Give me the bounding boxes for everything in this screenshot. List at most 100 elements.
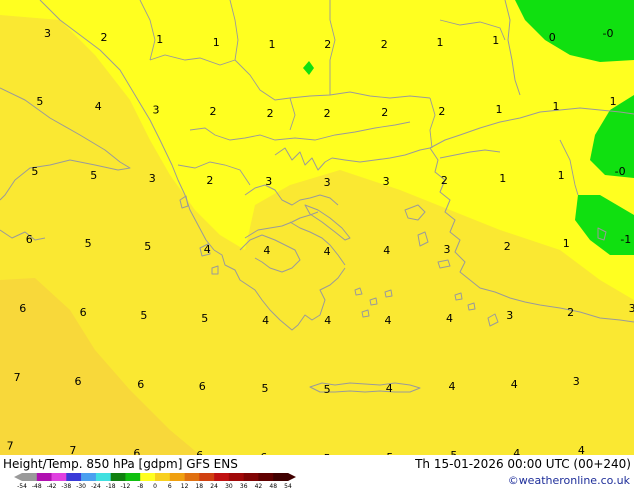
- grid-value: 6: [80, 306, 87, 319]
- grid-value: 1: [437, 36, 444, 49]
- grid-value: 2: [206, 174, 213, 187]
- grid-value: 4: [95, 100, 102, 113]
- grid-value: 4: [511, 378, 518, 391]
- scale-label: -38: [61, 483, 71, 490]
- grid-value: 5: [90, 169, 97, 182]
- grid-value: 5: [85, 237, 92, 250]
- grid-value: 3: [149, 172, 156, 185]
- scale-swatch: [228, 473, 244, 481]
- grid-value: 2: [101, 31, 108, 44]
- grid-value: 2: [381, 106, 388, 119]
- grid-value: 5: [31, 165, 38, 178]
- temperature-field: [0, 0, 634, 490]
- scale-swatch: [214, 473, 230, 481]
- scale-label: 48: [269, 483, 277, 490]
- grid-value: 4: [446, 312, 453, 325]
- grid-value: 1: [499, 172, 506, 185]
- grid-value: 6: [137, 378, 144, 391]
- weather-map: 3 2 1 1 1 2 2 1 1 0 -0 5 4 3 2 2 2 2 2 1 1 1 5 5 3 2 3 3 3 2 1 1 -0 6 5 5 4 4…: [0, 0, 634, 490]
- grid-value: 4: [263, 244, 270, 257]
- scale-label: 54: [284, 483, 292, 490]
- grid-value: 7: [14, 371, 21, 384]
- grid-value: 4: [324, 314, 331, 327]
- grid-value: 6: [26, 233, 33, 246]
- valid-time: Th 15-01-2026 00:00 UTC (00+240): [415, 457, 631, 471]
- grid-value: 3: [324, 176, 331, 189]
- scale-label: -48: [32, 483, 42, 490]
- grid-value: 1: [558, 169, 565, 182]
- scale-label: -12: [120, 483, 130, 490]
- grid-value: 2: [267, 107, 274, 120]
- scale-swatch: [243, 473, 259, 481]
- grid-value: 4: [385, 314, 392, 327]
- grid-value: 2: [324, 38, 331, 51]
- grid-value: 2: [210, 105, 217, 118]
- scale-label: 36: [240, 483, 248, 490]
- grid-value: 5: [36, 95, 43, 108]
- grid-value: 2: [504, 240, 511, 253]
- grid-value: 5: [201, 312, 208, 325]
- grid-value: 5: [144, 240, 151, 253]
- grid-value: 4: [386, 382, 393, 395]
- scale-swatch: [199, 473, 215, 481]
- grid-value: 2: [567, 306, 574, 319]
- grid-value: 6: [199, 380, 206, 393]
- grid-value: 4: [449, 380, 456, 393]
- grid-value: 3: [44, 27, 51, 40]
- grid-value: 4: [262, 314, 269, 327]
- scale-swatch: [258, 473, 274, 481]
- grid-value: 7: [7, 439, 14, 452]
- scale-swatch: [110, 473, 126, 481]
- grid-value: -1: [620, 233, 631, 246]
- scale-swatch: [81, 473, 97, 481]
- scale-swatch: [66, 473, 82, 481]
- grid-value: 1: [492, 34, 499, 47]
- scale-swatch: [184, 473, 200, 481]
- grid-value: 4: [383, 244, 390, 257]
- scale-label: -18: [106, 483, 116, 490]
- scale-swatch: [169, 473, 185, 481]
- grid-value: 0: [549, 31, 556, 44]
- grid-value: 1: [213, 36, 220, 49]
- scale-swatches: [22, 473, 289, 481]
- grid-value: 5: [262, 382, 269, 395]
- grid-value: -0: [615, 165, 626, 178]
- scale-right-arrow: [288, 473, 296, 481]
- scale-label: 18: [195, 483, 203, 490]
- grid-value: 1: [553, 100, 560, 113]
- grid-value: 1: [610, 95, 617, 108]
- grid-value: 2: [438, 105, 445, 118]
- scale-swatch: [273, 473, 289, 481]
- grid-value: 3: [506, 309, 513, 322]
- map-canvas: 3 2 1 1 1 2 2 1 1 0 -05 4 3 2 2 2 2 2 1 1 15 5 3 2 3 3 3 2 1 1 -06 5 5 4 4…: [0, 0, 634, 490]
- scale-swatch: [125, 473, 141, 481]
- grid-value: 3: [383, 175, 390, 188]
- grid-value: 6: [19, 302, 26, 315]
- grid-value: 2: [381, 38, 388, 51]
- scale-label: -54: [17, 483, 27, 490]
- chart-title: Height/Temp. 850 hPa [gdpm] GFS ENS: [3, 457, 238, 471]
- scale-label: 30: [225, 483, 233, 490]
- scale-label: -24: [91, 483, 101, 490]
- credit-link[interactable]: ©weatheronline.co.uk: [508, 474, 630, 487]
- scale-swatch: [22, 473, 38, 481]
- scale-label: -42: [47, 483, 57, 490]
- grid-value: 3: [444, 243, 451, 256]
- scale-label: -8: [137, 483, 143, 490]
- grid-value: 3: [629, 302, 634, 315]
- scale-swatch: [155, 473, 171, 481]
- scale-left-arrow: [14, 473, 22, 481]
- grid-value: 2: [441, 174, 448, 187]
- scale-labels: -54 -48 -42 -38 -30 -24 -18 -12 -8 0 6 12 18 24 30 36 42…: [17, 483, 292, 490]
- scale-label: 12: [181, 483, 189, 490]
- grid-value: 6: [75, 375, 82, 388]
- grid-value: 1: [496, 103, 503, 116]
- grid-value: 5: [324, 383, 331, 396]
- scale-swatch: [95, 473, 111, 481]
- grid-value: 3: [153, 103, 160, 116]
- scale-label: 24: [210, 483, 218, 490]
- scale-swatch: [36, 473, 52, 481]
- scale-label: 42: [255, 483, 263, 490]
- grid-value: 1: [269, 38, 276, 51]
- scale-swatch: [51, 473, 67, 481]
